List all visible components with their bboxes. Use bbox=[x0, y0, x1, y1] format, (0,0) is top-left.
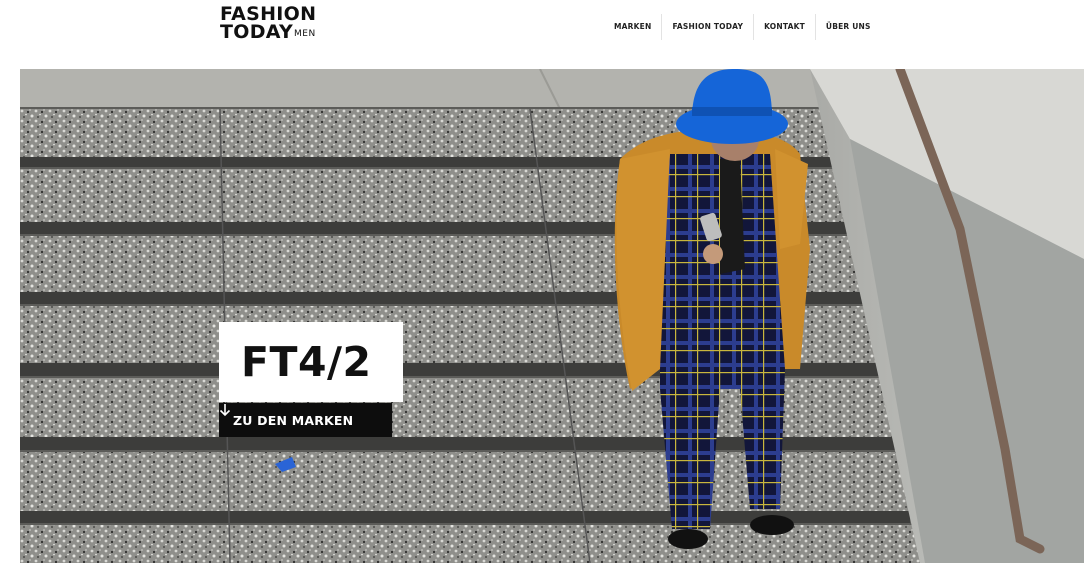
nav-item-marken[interactable]: MARKEN bbox=[604, 14, 661, 40]
main-nav: MARKEN FASHION TODAY KONTAKT ÜBER UNS bbox=[604, 14, 881, 40]
to-brands-button[interactable]: ZU DEN MARKEN bbox=[219, 403, 392, 437]
brand-logo[interactable]: FASHION TODAYMEN bbox=[220, 5, 316, 43]
site-header: FASHION TODAYMEN MARKEN FASHION TODAY KO… bbox=[0, 0, 1084, 68]
hero-banner: FT4/2 ZU DEN MARKEN bbox=[20, 69, 1084, 563]
arrow-down-icon bbox=[219, 404, 377, 427]
brand-suffix: MEN bbox=[294, 29, 316, 39]
brand-line2: TODAYMEN bbox=[220, 21, 316, 43]
brand-line2-text: TODAY bbox=[220, 21, 294, 43]
hero-photo bbox=[20, 69, 1084, 563]
nav-item-ueber-uns[interactable]: ÜBER UNS bbox=[816, 14, 881, 40]
nav-item-kontakt[interactable]: KONTAKT bbox=[754, 14, 815, 40]
to-brands-label: ZU DEN MARKEN bbox=[233, 412, 354, 428]
nav-item-fashion-today[interactable]: FASHION TODAY bbox=[662, 14, 753, 40]
hero-title-card: FT4/2 bbox=[219, 322, 403, 402]
hero-title: FT4/2 bbox=[241, 338, 372, 386]
